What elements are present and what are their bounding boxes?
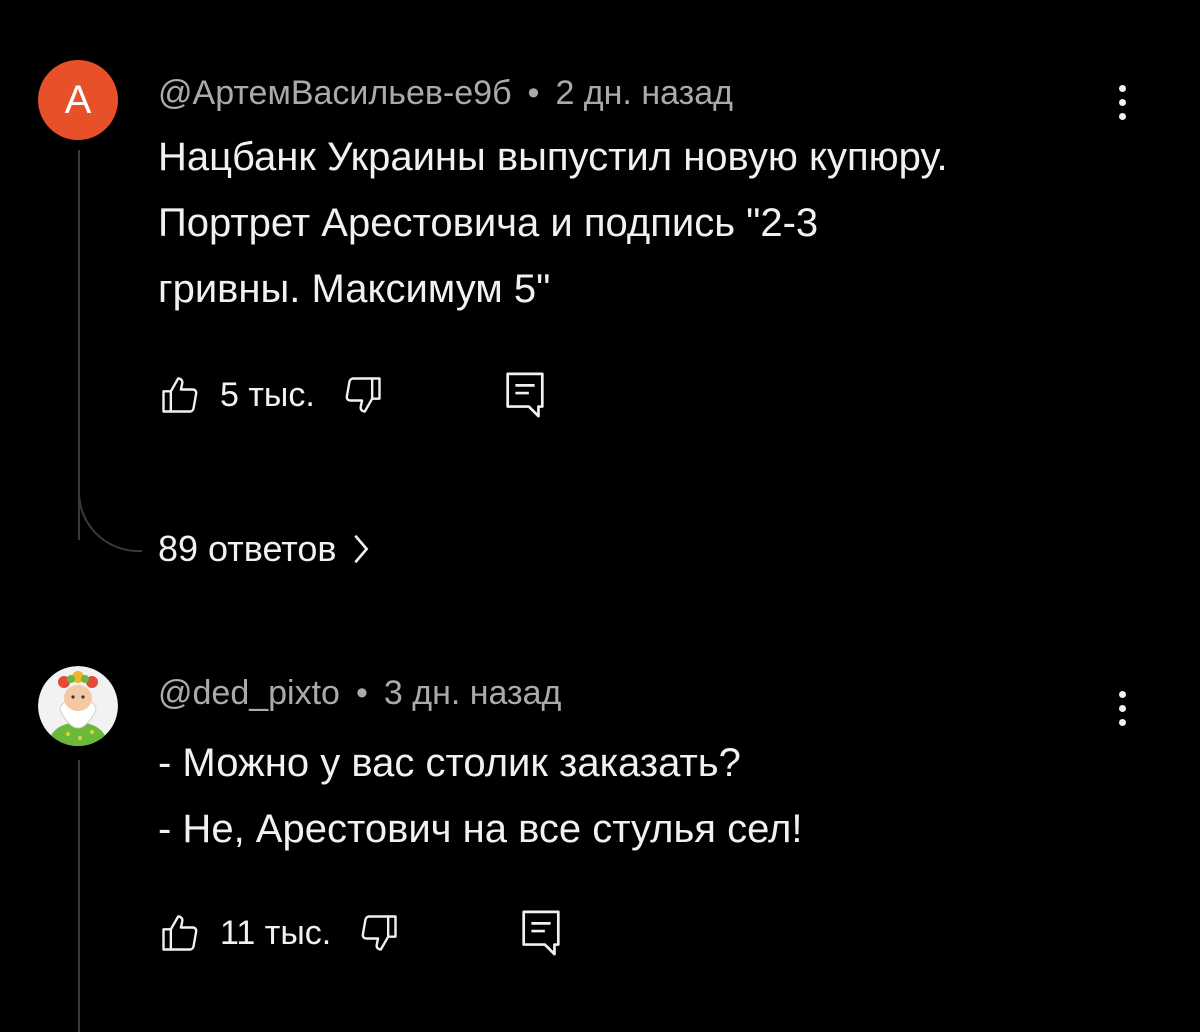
- reply-comment-icon[interactable]: [503, 370, 547, 420]
- thread-line: [78, 150, 80, 540]
- like-count: 5 тыс.: [220, 375, 315, 414]
- reply-comment-icon[interactable]: [519, 908, 563, 958]
- thread-line: [78, 760, 80, 1032]
- comment-time: 3 дн. назад: [383, 674, 562, 712]
- kebab-menu-icon[interactable]: [1104, 678, 1140, 738]
- comment-actions: 5 тыс.: [158, 370, 547, 420]
- comment-text-line: - Не, Арестович на все стулья сел!: [158, 807, 803, 851]
- like-count: 11 тыс.: [220, 913, 332, 952]
- meta-separator: •: [527, 74, 540, 112]
- meta-separator: •: [355, 674, 368, 712]
- comment-text-line: гривны. Максимум 5": [158, 267, 551, 311]
- avatar[interactable]: A: [38, 60, 118, 140]
- avatar-letter: A: [64, 77, 92, 122]
- thumbs-up-icon[interactable]: [158, 911, 202, 955]
- chevron-right-icon: [353, 534, 368, 564]
- author-name[interactable]: @АртемВасильев-е9б: [158, 74, 512, 112]
- comment-actions: 11 тыс.: [158, 908, 563, 958]
- comment-text: - Можно у вас столик заказать? - Не, Аре…: [158, 730, 1138, 862]
- comment-text-line: - Можно у вас столик заказать?: [158, 741, 741, 785]
- comment-text-line: Нацбанк Украины выпустил новую купюру.: [158, 135, 948, 179]
- thumbs-up-icon[interactable]: [158, 373, 202, 417]
- replies-count: 89 ответов: [158, 528, 337, 569]
- comment-text-line: Портрет Арестовича и подпись "2-3: [158, 201, 819, 245]
- comment-time: 2 дн. назад: [555, 74, 733, 112]
- replies-link[interactable]: 89 ответов: [158, 528, 371, 570]
- comment-header: @ded_pixto • 3 дн. назад: [158, 674, 561, 713]
- thumbs-down-icon[interactable]: [357, 911, 401, 955]
- avatar[interactable]: [38, 666, 118, 746]
- kebab-menu-icon[interactable]: [1104, 72, 1140, 132]
- comment-header: @АртемВасильев-е9б • 2 дн. назад: [158, 74, 733, 113]
- author-name[interactable]: @ded_pixto: [158, 674, 340, 712]
- comment-text: Нацбанк Украины выпустил новую купюру. П…: [158, 124, 1138, 322]
- thread-connector: [78, 490, 142, 552]
- thumbs-down-icon[interactable]: [341, 373, 385, 417]
